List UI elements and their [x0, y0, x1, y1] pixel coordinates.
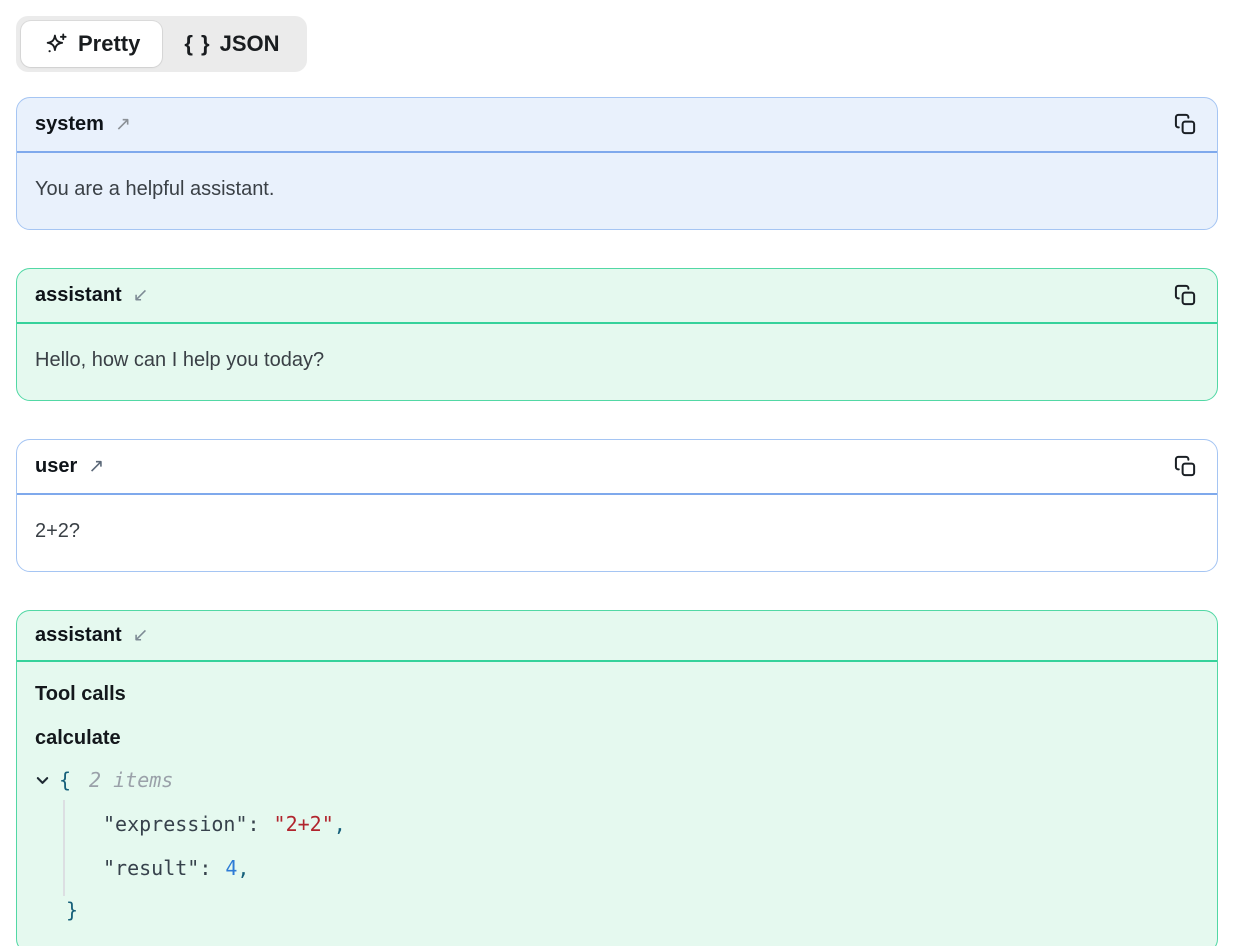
pretty-view-tab[interactable]: Pretty	[21, 21, 162, 67]
message-content: You are a helpful assistant.	[17, 153, 1217, 229]
message-content: Hello, how can I help you today?	[17, 324, 1217, 400]
json-property-row: "result": 4 ,	[35, 846, 1199, 890]
arrow-down-left-icon: ↙	[133, 626, 149, 645]
sparkle-icon	[43, 31, 69, 57]
arrow-up-right-icon: ↗	[115, 115, 131, 134]
chevron-down-icon[interactable]	[35, 773, 51, 788]
json-tree-close-row: }	[35, 890, 1199, 930]
json-tab-label: JSON	[220, 31, 280, 57]
comma: ,	[334, 812, 346, 836]
items-count-label: 2 items	[89, 768, 173, 792]
role-label: assistant	[35, 624, 122, 647]
json-property-row: "expression": "2+2" ,	[35, 802, 1199, 846]
json-tree-root-row: { 2 items	[35, 758, 1199, 802]
message-card-assistant: assistant ↙ Hello, how can I help you to…	[16, 268, 1218, 401]
message-header: assistant ↙	[17, 269, 1217, 324]
tool-name: calculate	[35, 727, 1199, 750]
indent-guide	[63, 800, 65, 896]
copy-icon	[1174, 284, 1197, 307]
message-card-assistant-tool-calls: assistant ↙ Tool calls calculate { 2 ite…	[16, 610, 1218, 946]
json-key: "expression":	[103, 812, 260, 836]
copy-icon	[1174, 455, 1197, 478]
json-number-value: 4	[225, 856, 237, 880]
open-brace: {	[59, 768, 71, 792]
role-label: assistant	[35, 284, 122, 307]
message-card-system: system ↗ You are a helpful assistant.	[16, 97, 1218, 230]
message-card-user: user ↗ 2+2?	[16, 439, 1218, 572]
arrow-up-right-icon: ↗	[88, 457, 104, 476]
tool-calls-heading: Tool calls	[35, 683, 1199, 706]
pretty-tab-label: Pretty	[78, 31, 140, 57]
json-view-tab[interactable]: { } JSON	[162, 21, 301, 67]
view-mode-toggle: Pretty { } JSON	[16, 16, 307, 72]
arrow-down-left-icon: ↙	[133, 286, 149, 305]
role-label: system	[35, 113, 104, 136]
copy-button[interactable]	[1172, 282, 1199, 309]
message-header: system ↗	[17, 98, 1217, 153]
json-key: "result":	[103, 856, 211, 880]
message-header: assistant ↙	[17, 611, 1217, 662]
comma: ,	[237, 856, 249, 880]
role-label: user	[35, 455, 77, 478]
tool-calls-section: Tool calls calculate { 2 items "expressi…	[17, 662, 1217, 946]
curly-braces-icon: { }	[184, 31, 210, 57]
copy-icon	[1174, 113, 1197, 136]
message-header: user ↗	[17, 440, 1217, 495]
json-string-value: "2+2"	[274, 812, 334, 836]
json-tree-viewer: { 2 items "expression": "2+2" , "result"…	[35, 758, 1199, 930]
copy-button[interactable]	[1172, 453, 1199, 480]
message-content: 2+2?	[17, 495, 1217, 571]
close-brace: }	[66, 898, 78, 922]
copy-button[interactable]	[1172, 111, 1199, 138]
